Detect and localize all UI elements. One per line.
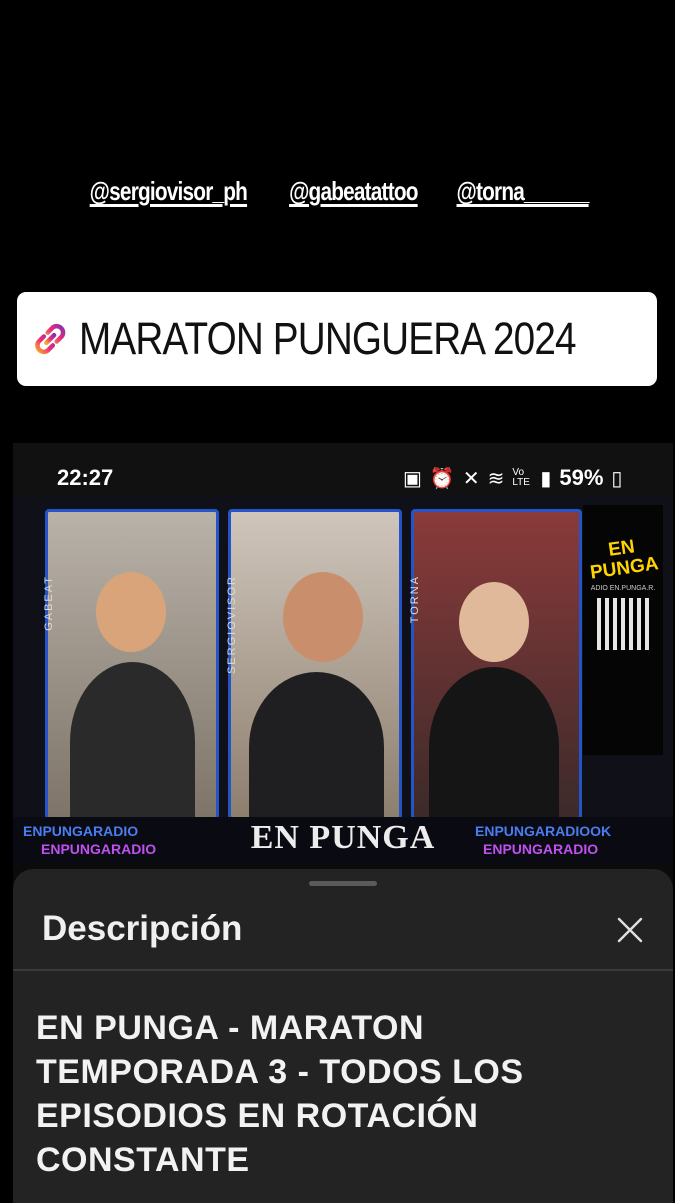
link-sticker-label: MARATON PUNGUERA 2024 <box>79 313 577 364</box>
description-sheet: Descripción EN PUNGA - MARATON TEMPORADA… <box>13 869 673 1203</box>
banner-instagram-handle: ENPUNGARADIO <box>41 841 157 857</box>
battery-icon: ▯ <box>611 467 623 490</box>
network-label: Vo LTE <box>512 467 530 488</box>
mentions-row: @sergiovisor_ph @gabeatattoo @torna_____… <box>0 176 675 207</box>
close-icon[interactable] <box>615 915 645 945</box>
drag-handle[interactable] <box>309 881 377 886</box>
panel-label-torna: TORNA <box>409 575 421 624</box>
sheet-title: Descripción <box>42 909 243 948</box>
banner-facebook-handle: ENPUNGARADIOOK <box>475 823 612 839</box>
video-panel-gabeat <box>45 509 219 820</box>
shared-screenshot: 22:27 ▣ ⏰ ✕ ≋ Vo LTE ▮ 59% ▯ GABEAT SERG… <box>13 443 673 1203</box>
status-icons: ▣ ⏰ ✕ ≋ Vo LTE ▮ 59% ▯ <box>403 465 622 491</box>
video-frame[interactable]: GABEAT SERGIOVISOR TORNA EN PUNGA ADIO E… <box>13 495 673 863</box>
video-panel-sergiovisor <box>228 509 402 820</box>
banner-title: EN PUNGA <box>250 819 436 856</box>
video-panel-torna <box>411 509 582 820</box>
logo-sub: ADIO EN.PUNGA.R. <box>590 585 656 592</box>
mute-icon: ✕ <box>462 467 480 490</box>
banner-twitter-handle: ENPUNGARADIO <box>483 841 599 857</box>
signal-icon: ▮ <box>540 467 552 490</box>
description-text: EN PUNGA - MARATON TEMPORADA 3 - TODOS L… <box>36 1009 524 1179</box>
show-banner: ENPUNGARADIO ENPUNGARADIO EN PUNGA ENPUN… <box>13 817 673 863</box>
status-time: 22:27 <box>57 465 114 490</box>
link-icon <box>35 323 66 355</box>
mention-torna[interactable]: @torna______ <box>456 176 589 207</box>
en-punga-logo: EN PUNGA ADIO EN.PUNGA.R. <box>583 505 663 755</box>
status-bar: 22:27 ▣ ⏰ ✕ ≋ Vo LTE ▮ 59% ▯ <box>13 443 673 503</box>
divider <box>13 969 673 971</box>
battery-percent: 59% <box>559 465 604 490</box>
panel-label-sergiovisor: SERGIOVISOR <box>226 575 238 675</box>
mention-sergiovisor[interactable]: @sergiovisor_ph <box>90 176 248 207</box>
link-sticker[interactable]: MARATON PUNGUERA 2024 <box>17 292 657 386</box>
alarm-icon: ⏰ <box>429 467 455 490</box>
banner-twitch-handle: ENPUNGARADIO <box>23 823 139 839</box>
panel-label-gabeat: GABEAT <box>43 575 55 631</box>
qr-code <box>597 598 649 650</box>
notification-icon: ▣ <box>403 467 422 490</box>
mention-gabeatattoo[interactable]: @gabeatattoo <box>289 176 418 207</box>
wifi-icon: ≋ <box>487 467 505 490</box>
